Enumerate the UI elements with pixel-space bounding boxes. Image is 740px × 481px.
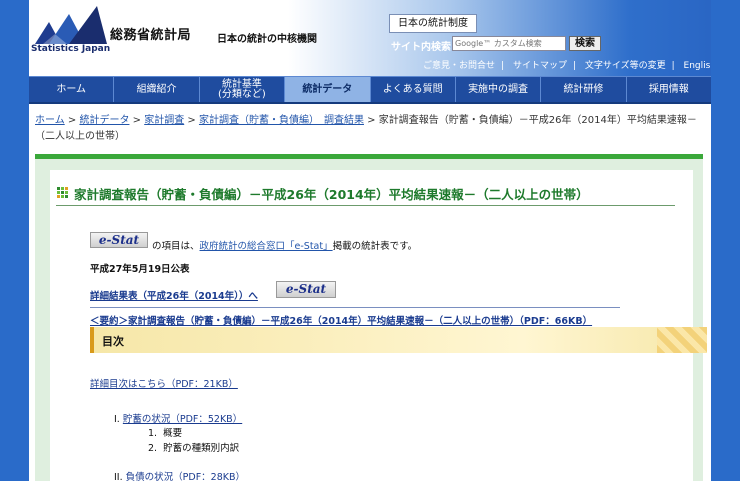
search-button[interactable]: 検索 <box>569 36 601 51</box>
breadcrumb-link-fies[interactable]: 家計調査 <box>144 115 184 126</box>
page: Statistics Japan 総務省統計局 日本の統計の中核機関 日本の統計… <box>29 0 711 481</box>
nav-item-recruitment[interactable]: 採用情報 <box>627 77 711 102</box>
toc-section: I. 貯蓄の状況（PDF：52KB） <box>114 411 242 425</box>
toc-heading-bar: 目次 <box>90 327 707 353</box>
estat-note: の項目は、政府統計の総合窓口「e-Stat」掲載の統計表です。 <box>152 238 417 252</box>
toc-section-number: I. <box>114 414 120 425</box>
site-header: Statistics Japan 総務省統計局 日本の統計の中核機関 日本の統計… <box>29 0 711 76</box>
site-search-input[interactable] <box>452 36 566 51</box>
text-size-link[interactable]: 文字サイズ等の変更 <box>585 61 666 71</box>
sitemap-link[interactable]: サイトマップ <box>513 61 567 71</box>
estat-logo-icon: e-Stat <box>90 232 148 248</box>
toc-section-link-liabilities[interactable]: 負債の状況（PDF：28KB） <box>126 472 245 481</box>
heading-grid-icon <box>57 187 68 198</box>
nav-item-faq[interactable]: よくある質問 <box>371 77 456 102</box>
breadcrumb-link-home[interactable]: ホーム <box>35 115 65 126</box>
detailed-toc-link[interactable]: 詳細目次はこちら（PDF：21KB） <box>90 376 238 390</box>
utility-links: ご意見・お問合せ | サイトマップ | 文字サイズ等の変更 | English <box>423 58 711 71</box>
util-separator: | <box>501 61 505 71</box>
summary-pdf-link[interactable]: ＜要約＞家計調査報告（貯蓄・負債編）－平成26年（2014年）平均結果速報－（二… <box>90 313 592 327</box>
estat-note-suffix: 掲載の統計表です。 <box>332 241 418 252</box>
publish-date: 平成27年5月19日公表 <box>90 264 190 275</box>
statistics-system-button[interactable]: 日本の統計制度 <box>389 14 477 33</box>
logo-japanese-text[interactable]: 総務省統計局 <box>110 24 191 43</box>
breadcrumb-link-savings-results[interactable]: 家計調査（貯蓄・負債編） 調査結果 <box>199 115 364 126</box>
detail-divider <box>90 307 620 308</box>
nav-item-organization[interactable]: 組織紹介 <box>114 77 200 102</box>
statistics-japan-logo-icon[interactable] <box>35 4 107 44</box>
toc-subitem: 2. 貯蓄の種類別内訳 <box>148 443 240 454</box>
toc-title: 目次 <box>102 335 124 348</box>
toc-subitem-label: 概要 <box>163 428 183 439</box>
nav-item-ongoing-surveys[interactable]: 実施中の調査 <box>456 77 542 102</box>
estat-portal-link[interactable]: 政府統計の総合窓口「e-Stat」 <box>200 241 333 252</box>
nav-item-standards[interactable]: 統計基準 (分類など) <box>200 77 286 102</box>
english-link[interactable]: English <box>684 61 711 71</box>
content-box: 家計調査報告（貯蓄・負債編）－平成26年（2014年）平均結果速報－（二人以上の… <box>50 170 707 481</box>
logo-english-text: Statistics Japan <box>31 44 111 54</box>
toc-subitem-label: 貯蓄の種類別内訳 <box>163 443 240 454</box>
header-tagline: 日本の統計の中核機関 <box>217 34 317 45</box>
estat-note-prefix: の項目は、 <box>152 241 200 252</box>
nav-item-statistics-data[interactable]: 統計データ <box>285 77 371 102</box>
title-divider <box>56 205 675 206</box>
toc-section: II. 負債の状況（PDF：28KB） <box>114 469 245 481</box>
global-nav: ホーム 組織紹介 統計基準 (分類など) 統計データ よくある質問 実施中の調査… <box>29 76 711 104</box>
toc-section-number: II. <box>114 472 123 481</box>
toc-subitem: 1. 概要 <box>148 428 183 439</box>
breadcrumb-current: 家計調査報告（貯蓄・負債編）－平成26年（2014年）平均結果速報－（二人以上の… <box>35 115 697 142</box>
detail-results-link[interactable]: 詳細結果表（平成26年（2014年））へ <box>90 288 258 302</box>
breadcrumb-link-statistics-data[interactable]: 統計データ <box>79 115 129 126</box>
toc-pattern-decoration <box>657 327 707 353</box>
nav-item-home[interactable]: ホーム <box>29 77 115 102</box>
feedback-link[interactable]: ご意見・お問合せ <box>423 61 495 71</box>
page-title: 家計調査報告（貯蓄・負債編）－平成26年（2014年）平均結果速報－（二人以上の… <box>74 187 589 202</box>
breadcrumb: ホーム > 統計データ > 家計調査 > 家計調査（貯蓄・負債編） 調査結果 >… <box>35 115 697 142</box>
content-panel: 家計調査報告（貯蓄・負債編）－平成26年（2014年）平均結果速報－（二人以上の… <box>35 159 707 481</box>
estat-logo-link-icon[interactable]: e-Stat <box>276 281 336 298</box>
site-search-label: サイト内検索 <box>391 42 451 53</box>
nav-item-training[interactable]: 統計研修 <box>541 77 627 102</box>
util-separator: | <box>572 61 576 71</box>
toc-section-link-savings[interactable]: 貯蓄の状況（PDF：52KB） <box>123 414 242 425</box>
util-separator: | <box>671 61 675 71</box>
